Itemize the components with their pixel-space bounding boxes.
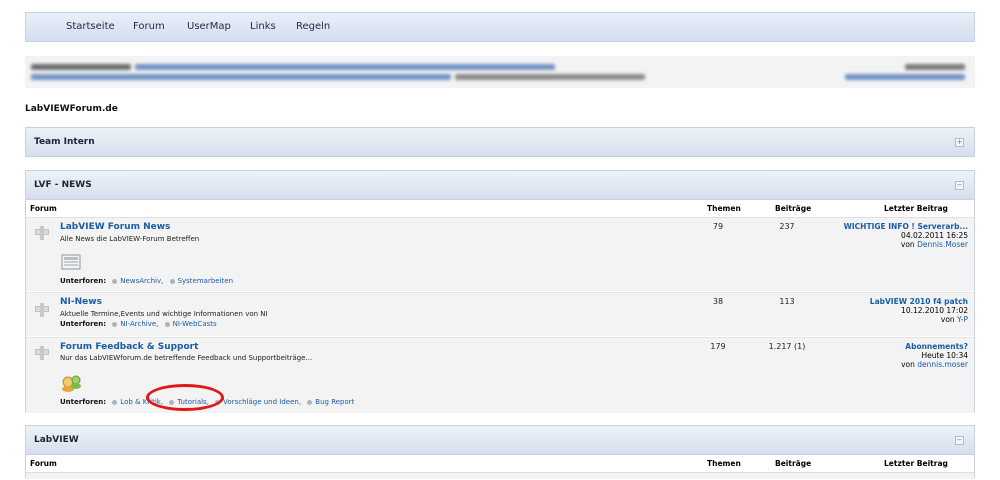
last-post-user[interactable]: Dennis.Moser — [917, 240, 968, 249]
forum-status-icon — [35, 226, 49, 240]
forum-row: NI-News Aktuelle Termine,Events und wich… — [26, 292, 974, 337]
nav-forum[interactable]: Forum — [133, 21, 165, 32]
last-post-by: von — [901, 360, 915, 369]
nav-regeln[interactable]: Regeln — [296, 21, 330, 32]
forum-status-icon — [35, 346, 49, 360]
col-forum: Forum — [30, 459, 57, 468]
blurred-user-links[interactable] — [135, 64, 555, 70]
subforum-link[interactable]: NewsArchiv, — [120, 277, 163, 285]
site-title[interactable]: LabVIEWForum.de — [25, 104, 118, 114]
collapse-icon[interactable]: − — [955, 436, 964, 445]
top-navigation: Startseite Forum UserMap Links Regeln — [25, 12, 975, 42]
forum-title[interactable]: LabVIEW Forum News — [60, 222, 170, 232]
subforums-label: Unterforen: — [60, 277, 107, 285]
last-post-title[interactable]: WICHTIGE INFO ! Serverarb... — [808, 222, 968, 231]
subforums-label: Unterforen: — [60, 320, 107, 328]
last-post-date: 10.12.2010 17:02 — [901, 306, 968, 315]
blurred-user-text — [31, 64, 131, 70]
col-letzter-beitrag: Letzter Beitrag — [884, 459, 948, 468]
subforum-bullet-icon — [112, 321, 118, 327]
subforum-bullet-icon — [112, 399, 118, 405]
col-themen: Themen — [707, 459, 741, 468]
last-post-title[interactable]: LabVIEW 2010 f4 patch — [808, 297, 968, 306]
col-beitraege: Beiträge — [775, 204, 812, 213]
last-post-user[interactable]: Y-P — [957, 315, 968, 324]
subforum-bullet-icon — [112, 278, 118, 284]
topic-count: 38 — [712, 297, 724, 306]
forum-status-icon — [35, 303, 49, 317]
col-beitraege: Beiträge — [775, 459, 812, 468]
col-themen: Themen — [707, 204, 741, 213]
last-post: Abonnements? Heute 10:34 von dennis.mose… — [808, 342, 968, 369]
subforum-link[interactable]: Bug Report — [315, 398, 354, 406]
user-info-bar — [25, 56, 975, 88]
blurred-date — [905, 64, 965, 70]
blurred-user-links-2[interactable] — [31, 74, 451, 80]
forum-row: LabVIEW Forum News Alle News die LabVIEW… — [26, 218, 974, 292]
last-post-by: von — [940, 315, 955, 324]
nav-usermap[interactable]: UserMap — [187, 21, 231, 32]
category-team-intern: Team Intern + — [25, 127, 975, 157]
forum-title[interactable]: Forum Feedback & Support — [60, 342, 198, 352]
category-title[interactable]: LabVIEW — [34, 435, 79, 445]
newspaper-icon — [61, 254, 81, 270]
subforum-bullet-icon — [164, 321, 170, 327]
category-title[interactable]: Team Intern — [34, 137, 95, 147]
subforums: Unterforen: NI-Archive, NI-WebCasts — [60, 320, 217, 328]
last-post-title[interactable]: Abonnements? — [808, 342, 968, 351]
highlight-circle — [146, 384, 224, 411]
collapse-icon[interactable]: − — [955, 181, 964, 190]
last-post-by: von — [900, 240, 915, 249]
subforum-link[interactable]: Vorschläge und Ideen, — [223, 398, 301, 406]
subforum-link[interactable]: NI-Archive, — [120, 320, 158, 328]
last-post: WICHTIGE INFO ! Serverarb... 04.02.2011 … — [808, 222, 968, 249]
col-letzter-beitrag: Letzter Beitrag — [884, 204, 948, 213]
last-post-date: 04.02.2011 16:25 — [901, 231, 968, 240]
topic-count: 79 — [712, 222, 724, 231]
blurred-user-text-2 — [455, 74, 645, 80]
category-header: LVF - NEWS − — [26, 171, 974, 200]
category-labview: LabVIEW − Forum Themen Beiträge Letzter … — [25, 425, 975, 480]
forum-description: Aktuelle Termine,Events und wichtige Inf… — [60, 310, 268, 318]
subforums: Unterforen: NewsArchiv, Systemarbeiten — [60, 277, 233, 285]
subforums-label: Unterforen: — [60, 398, 107, 406]
last-post-date: Heute 10:34 — [921, 351, 968, 360]
last-post: LabVIEW 2010 f4 patch 10.12.2010 17:02 v… — [808, 297, 968, 324]
category-title[interactable]: LVF - NEWS — [34, 180, 92, 190]
forum-description: Alle News die LabVIEW-Forum Betreffen — [60, 235, 200, 243]
category-header: Team Intern + — [26, 128, 974, 157]
forum-title[interactable]: NI-News — [60, 297, 102, 307]
blurred-logout[interactable] — [845, 74, 965, 80]
forum-row-partial — [26, 473, 974, 480]
column-header-row: Forum Themen Beiträge Letzter Beitrag — [26, 200, 974, 218]
col-forum: Forum — [30, 204, 57, 213]
subforum-link[interactable]: Systemarbeiten — [178, 277, 233, 285]
nav-links[interactable]: Links — [250, 21, 276, 32]
subforum-bullet-icon — [307, 399, 313, 405]
subforum-link[interactable]: NI-WebCasts — [173, 320, 217, 328]
category-lvf-news: LVF - NEWS − Forum Themen Beiträge Letzt… — [25, 170, 975, 414]
topic-count: 179 — [710, 342, 726, 351]
column-header-row: Forum Themen Beiträge Letzter Beitrag — [26, 455, 974, 473]
users-feedback-icon — [62, 375, 81, 392]
nav-startseite[interactable]: Startseite — [66, 21, 115, 32]
category-header: LabVIEW − — [26, 426, 974, 455]
expand-icon[interactable]: + — [955, 138, 964, 147]
forum-description: Nur das LabVIEWforum.de betreffende Feed… — [60, 354, 313, 362]
subforum-bullet-icon — [169, 278, 175, 284]
last-post-user[interactable]: dennis.moser — [917, 360, 968, 369]
